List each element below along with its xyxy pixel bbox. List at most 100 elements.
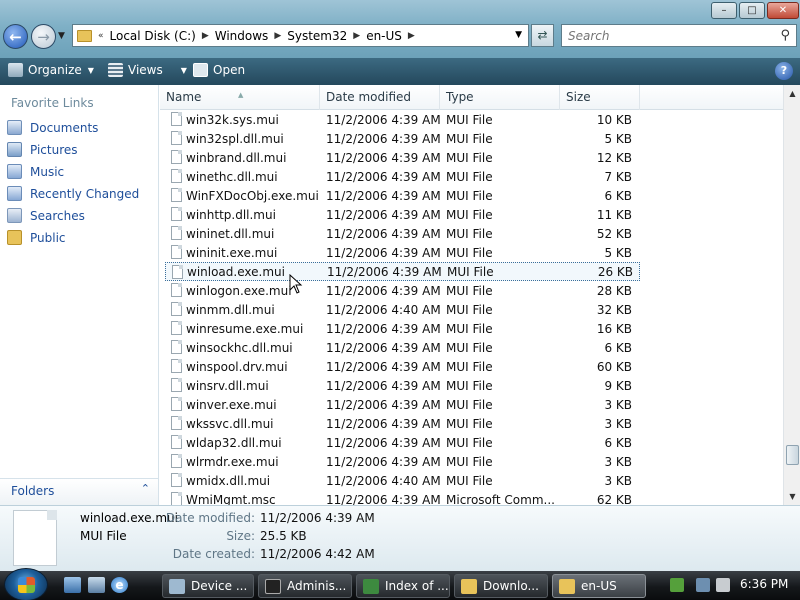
- file-date-modified: 11/2/2006 4:40 AM: [326, 473, 441, 488]
- taskbar-button-device-manager[interactable]: Device ...: [162, 574, 254, 598]
- table-row[interactable]: winbrand.dll.mui 11/2/2006 4:39 AM MUI Fil…: [165, 148, 640, 167]
- scrollbar-thumb[interactable]: [786, 445, 799, 465]
- show-desktop-icon[interactable]: [64, 577, 81, 593]
- file-name: wininit.exe.mui: [186, 245, 278, 260]
- search-input[interactable]: [562, 25, 762, 46]
- chevron-down-icon: ▼: [87, 65, 94, 75]
- help-button[interactable]: ?: [775, 62, 793, 80]
- table-row[interactable]: winresume.exe.mui 11/2/2006 4:39 AM MUI Fi…: [165, 319, 640, 338]
- file-size: 5 KB: [604, 131, 632, 146]
- details-pane: winload.exe.mui MUI File Date modified: …: [0, 505, 800, 571]
- taskbar: e Device ... Adminis... Index of ... Dow…: [0, 568, 800, 600]
- address-segment-system32[interactable]: System32: [287, 29, 347, 43]
- file-type: MUI File: [446, 131, 493, 146]
- refresh-button[interactable]: ⇄: [531, 24, 554, 47]
- sidebar-item-documents[interactable]: Documents: [7, 120, 98, 135]
- table-row[interactable]: winhttp.dll.mui 11/2/2006 4:39 AM MUI File…: [165, 205, 640, 224]
- back-button[interactable]: ←: [3, 24, 28, 49]
- browser-icon: [363, 578, 379, 594]
- taskbar-button-en-us[interactable]: en-US: [552, 574, 646, 598]
- file-type: MUI File: [447, 264, 494, 279]
- table-row[interactable]: wininet.dll.mui 11/2/2006 4:39 AM MUI File…: [165, 224, 640, 243]
- table-row[interactable]: WinFXDocObj.exe.mui 11/2/2006 4:39 AM MUI …: [165, 186, 640, 205]
- folders-toggle[interactable]: Folders ⌃: [0, 478, 158, 505]
- sidebar-item-searches[interactable]: Searches: [7, 208, 85, 223]
- views-button[interactable]: Views ▼: [108, 63, 187, 77]
- clock[interactable]: 6:36 PM: [740, 577, 788, 591]
- chevron-right-icon[interactable]: ▶: [353, 31, 360, 41]
- file-icon: [171, 492, 182, 505]
- address-bar[interactable]: « Local Disk (C:) ▶ Windows ▶ System32 ▶…: [72, 24, 529, 47]
- organize-button[interactable]: Organize ▼: [8, 63, 94, 77]
- minimize-button[interactable]: –: [711, 2, 737, 19]
- table-row[interactable]: wldap32.dll.mui 11/2/2006 4:39 AM MUI File…: [165, 433, 640, 452]
- file-name: winethc.dll.mui: [186, 169, 278, 184]
- table-row[interactable]: winver.exe.mui 11/2/2006 4:39 AM MUI File 3…: [165, 395, 640, 414]
- network-tray-icon[interactable]: [696, 578, 710, 592]
- scroll-down-icon[interactable]: ▼: [784, 488, 800, 505]
- table-row[interactable]: win32spl.dll.mui 11/2/2006 4:39 AM MUI Fil…: [165, 129, 640, 148]
- address-segment-windows[interactable]: Windows: [215, 29, 269, 43]
- forward-button[interactable]: →: [31, 24, 56, 49]
- folder-icon: [77, 29, 92, 42]
- sidebar-item-public[interactable]: Public: [7, 230, 66, 245]
- chevron-right-icon[interactable]: ▶: [274, 31, 281, 41]
- recent-pages-dropdown[interactable]: ▼: [58, 31, 65, 41]
- sidebar-item-pictures[interactable]: Pictures: [7, 142, 78, 157]
- address-segment-local-disk[interactable]: Local Disk (C:): [110, 29, 196, 43]
- music-icon: [7, 164, 22, 179]
- maximize-button[interactable]: □: [739, 2, 765, 19]
- organize-label: Organize: [28, 63, 82, 77]
- table-row[interactable]: wininit.exe.mui 11/2/2006 4:39 AM MUI File…: [165, 243, 640, 262]
- table-row[interactable]: wlrmdr.exe.mui 11/2/2006 4:39 AM MUI File 3…: [165, 452, 640, 471]
- table-row[interactable]: winspool.drv.mui 11/2/2006 4:39 AM MUI Fil…: [165, 357, 640, 376]
- sidebar-item-label: Documents: [30, 120, 99, 135]
- vertical-scrollbar[interactable]: ▲ ▼: [783, 85, 800, 505]
- table-row[interactable]: winethc.dll.mui 11/2/2006 4:39 AM MUI File…: [165, 167, 640, 186]
- file-icon: [171, 340, 182, 354]
- table-row[interactable]: WmiMgmt.msc 11/2/2006 4:39 AM Microsoft Co…: [165, 490, 640, 505]
- file-type: MUI File: [446, 226, 493, 241]
- address-segment-en-us[interactable]: en-US: [366, 29, 402, 43]
- table-row[interactable]: wkssvc.dll.mui 11/2/2006 4:39 AM MUI File 3…: [165, 414, 640, 433]
- searches-icon: [7, 208, 22, 223]
- table-row[interactable]: wmidx.dll.mui 11/2/2006 4:40 AM MUI File 3 …: [165, 471, 640, 490]
- taskbar-button-index[interactable]: Index of ...: [356, 574, 450, 598]
- taskbar-button-administrator[interactable]: Adminis...: [258, 574, 352, 598]
- file-size: 6 KB: [604, 188, 632, 203]
- scroll-up-icon[interactable]: ▲: [784, 85, 800, 102]
- taskbar-button-downloads[interactable]: Downlo...: [454, 574, 548, 598]
- file-type: MUI File: [446, 454, 493, 469]
- chevron-right-icon[interactable]: ▶: [202, 31, 209, 41]
- table-row[interactable]: winmm.dll.mui 11/2/2006 4:40 AM MUI File 32…: [165, 300, 640, 319]
- chevron-right-icon[interactable]: ▶: [408, 31, 415, 41]
- column-header-type[interactable]: Type: [440, 85, 560, 110]
- close-button[interactable]: ✕: [767, 2, 799, 19]
- volume-muted-icon[interactable]: [716, 578, 730, 592]
- column-header-date-modified[interactable]: Date modified: [320, 85, 440, 110]
- security-tray-icon[interactable]: [670, 578, 684, 592]
- file-icon: [172, 265, 183, 279]
- address-overflow[interactable]: «: [98, 31, 104, 41]
- file-list[interactable]: ▲ Name Date modified Type Size win32k.sy…: [160, 85, 783, 505]
- file-icon: [171, 188, 182, 202]
- table-row[interactable]: winlogon.exe.mui 11/2/2006 4:39 AM MUI Fil…: [165, 281, 640, 300]
- table-row[interactable]: winsrv.dll.mui 11/2/2006 4:39 AM MUI File 9…: [165, 376, 640, 395]
- open-button[interactable]: Open: [193, 63, 245, 77]
- table-row[interactable]: win32k.sys.mui 11/2/2006 4:39 AM MUI File 1…: [165, 110, 640, 129]
- views-label: Views: [128, 63, 163, 77]
- chevron-down-icon[interactable]: ▼: [181, 66, 187, 75]
- address-dropdown-icon[interactable]: ▼: [515, 30, 522, 40]
- table-row[interactable]: winload.exe.mui 11/2/2006 4:39 AM MUI File…: [165, 262, 640, 281]
- search-box[interactable]: ⚲: [561, 24, 797, 47]
- search-icon[interactable]: ⚲: [780, 28, 790, 43]
- sidebar-item-recently-changed[interactable]: Recently Changed: [7, 186, 139, 201]
- table-row[interactable]: winsockhc.dll.mui 11/2/2006 4:39 AM MUI Fi…: [165, 338, 640, 357]
- start-button[interactable]: [4, 568, 48, 600]
- file-icon: [171, 416, 182, 430]
- column-header-size[interactable]: Size: [560, 85, 640, 110]
- switch-windows-icon[interactable]: [88, 577, 105, 593]
- column-header-name[interactable]: ▲ Name: [160, 85, 320, 110]
- sidebar-item-music[interactable]: Music: [7, 164, 64, 179]
- internet-explorer-icon[interactable]: e: [111, 577, 128, 593]
